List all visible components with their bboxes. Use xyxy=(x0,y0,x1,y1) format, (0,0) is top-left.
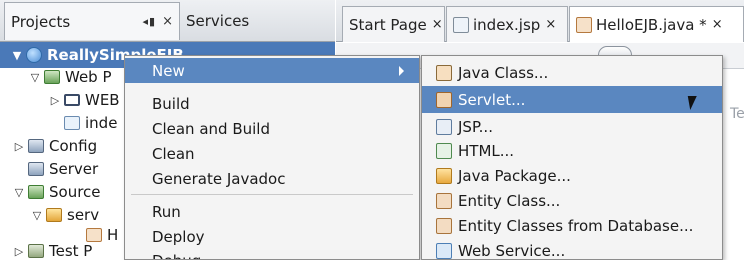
menu-item-label: Build xyxy=(152,94,190,113)
context-menu: New Build Clean and Build Clean Generate… xyxy=(124,55,420,260)
submenu-item-html[interactable]: HTML... xyxy=(422,137,722,164)
submenu-item-label: JSP... xyxy=(458,117,493,136)
source-icon xyxy=(28,185,44,199)
expand-icon[interactable]: ▷ xyxy=(48,94,62,107)
tab-services-label: Services xyxy=(186,12,250,30)
tab-index-jsp[interactable]: index.jsp × xyxy=(446,6,568,42)
submenu-item-entity-classes-from-db[interactable]: Entity Classes from Database... xyxy=(422,212,722,239)
submenu-arrow-icon xyxy=(399,66,404,76)
collapse-icon[interactable]: ▽ xyxy=(28,71,42,84)
web-folder-icon xyxy=(44,70,60,84)
tab-label: HelloEJB.java * xyxy=(596,15,707,34)
menu-item-deploy[interactable]: Deploy xyxy=(125,224,419,249)
html-icon xyxy=(436,142,452,159)
tree-label: Server xyxy=(49,160,99,178)
package-icon xyxy=(46,208,62,222)
menu-item-clean-and-build[interactable]: Clean and Build xyxy=(125,116,419,141)
new-submenu: Java Class... Servlet... JSP... HTML... … xyxy=(421,55,723,260)
submenu-item-label: HTML... xyxy=(458,141,515,160)
close-icon[interactable]: × xyxy=(712,17,723,32)
entity-db-icon xyxy=(436,217,452,234)
servlet-icon xyxy=(436,91,452,108)
submenu-item-label: Entity Classes from Database... xyxy=(458,216,694,235)
expand-icon[interactable]: ▷ xyxy=(12,140,26,153)
menu-item-label: New xyxy=(152,61,185,80)
tree-label: Source xyxy=(49,183,101,201)
expand-icon[interactable]: ▷ xyxy=(12,245,26,258)
folder-icon xyxy=(64,94,80,106)
submenu-item-label: Entity Class... xyxy=(458,191,561,210)
submenu-item-java-package[interactable]: Java Package... xyxy=(422,162,722,189)
jsp-file-icon xyxy=(453,16,469,33)
menu-item-label: Clean xyxy=(152,144,195,163)
collapse-icon[interactable]: ▽ xyxy=(30,209,44,222)
tree-label: inde xyxy=(85,114,118,132)
tree-label: Web P xyxy=(65,68,112,86)
tab-projects[interactable]: Projects ◂▮ × xyxy=(4,2,180,40)
entity-class-icon xyxy=(436,192,452,209)
menu-item-clean[interactable]: Clean xyxy=(125,141,419,166)
tab-label: Start Page xyxy=(349,15,427,34)
menu-item-label: Debug xyxy=(152,252,201,260)
editor-text: Te xyxy=(730,106,744,122)
menu-item-generate-javadoc[interactable]: Generate Javadoc xyxy=(125,166,419,191)
submenu-item-servlet[interactable]: Servlet... xyxy=(422,86,722,113)
globe-icon xyxy=(26,47,42,63)
tab-projects-label: Projects xyxy=(11,12,71,31)
java-file-icon xyxy=(576,16,592,33)
config-icon xyxy=(28,139,44,153)
submenu-item-web-service[interactable]: Web Service... xyxy=(422,237,722,260)
java-package-icon xyxy=(436,167,452,184)
server-icon xyxy=(28,162,44,176)
menu-item-label: Deploy xyxy=(152,227,205,246)
tab-hello-ejb[interactable]: HelloEJB.java * × xyxy=(569,6,744,42)
java-class-icon xyxy=(436,64,452,81)
tree-label: Test P xyxy=(49,242,93,260)
menu-item-new[interactable]: New xyxy=(125,58,419,83)
web-service-icon xyxy=(436,242,452,259)
submenu-item-entity-class[interactable]: Entity Class... xyxy=(422,187,722,214)
tree-label: H xyxy=(107,226,119,244)
tab-label: index.jsp xyxy=(473,15,541,34)
menu-item-debug[interactable]: Debug xyxy=(125,248,419,260)
menu-item-build[interactable]: Build xyxy=(125,91,419,116)
close-icon[interactable]: × xyxy=(545,17,556,32)
minimize-icon[interactable]: ◂▮ xyxy=(143,15,157,28)
collapse-icon[interactable]: ▽ xyxy=(12,186,26,199)
tree-row-test[interactable]: ▷ Test P xyxy=(0,238,93,260)
tree-label: Config xyxy=(49,137,98,155)
submenu-item-label: Servlet... xyxy=(458,90,526,109)
tab-services[interactable]: Services xyxy=(180,0,328,42)
test-icon xyxy=(28,244,44,258)
jsp-file-icon xyxy=(64,116,80,130)
menu-item-label: Run xyxy=(152,202,181,221)
menu-separator xyxy=(131,194,413,195)
jsp-icon xyxy=(436,118,452,135)
submenu-item-label: Java Class... xyxy=(458,63,549,82)
close-icon[interactable]: × xyxy=(162,14,173,29)
submenu-item-label: Java Package... xyxy=(458,166,571,185)
submenu-item-java-class[interactable]: Java Class... xyxy=(422,59,722,86)
tab-start-page[interactable]: Start Page × xyxy=(342,6,445,42)
close-icon[interactable]: × xyxy=(432,17,443,32)
tree-label: WEB xyxy=(85,91,120,109)
menu-item-label: Clean and Build xyxy=(152,119,270,138)
menu-item-run[interactable]: Run xyxy=(125,199,419,224)
submenu-item-jsp[interactable]: JSP... xyxy=(422,113,722,140)
submenu-item-label: Web Service... xyxy=(458,241,566,260)
menu-item-label: Generate Javadoc xyxy=(152,169,286,188)
collapse-icon[interactable]: ▼ xyxy=(10,49,24,62)
